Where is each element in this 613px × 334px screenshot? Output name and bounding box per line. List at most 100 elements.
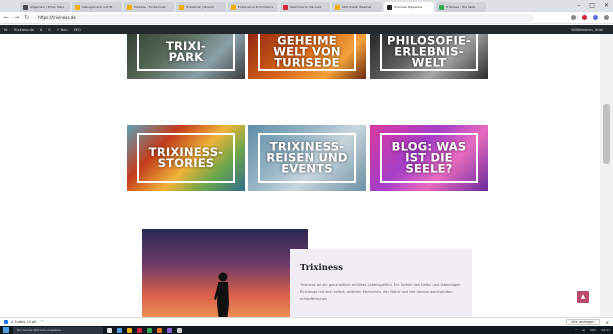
maximize-icon[interactable]: □ [589,2,595,10]
browser-tab[interactable]: Allgemein | Einst. Marc [20,2,70,12]
tile-label-line: EVENTS [281,161,333,176]
show-all-downloads-button[interactable]: Alle anzeigen [566,319,600,325]
tab-favicon-icon [23,4,28,10]
tab-title: Welcome to the Auct. [290,5,323,9]
extension-icon[interactable] [571,15,576,20]
tray-overflow-icon[interactable]: ^ [575,328,578,332]
person-silhouette [214,272,229,317]
wp-account-greeting[interactable]: Willkommen, Ariel [571,28,603,32]
tile-geheime-welt[interactable]: GEHEIME WELT VON TURISEDE [248,34,366,79]
browser-tab[interactable]: Trixiefrost | Muschi [176,2,226,12]
tile-trixi-park[interactable]: TRIXI- PARK [127,34,245,79]
tab-favicon-icon [75,4,80,10]
url-text: https://trixiness.de [38,15,76,20]
page-content: TRIXI- PARK GEHEIME WELT VON TURISEDE PHILO… [0,34,600,317]
scrollbar-thumb[interactable] [603,104,610,164]
tile-blog-seele[interactable]: BLOG: WAS IST DIE SEELE? [370,125,488,191]
tile-label: TRIXINESS- STORIES [127,146,245,170]
browser-tab[interactable]: Modelle - Funkschutz [124,2,174,12]
tab-favicon-icon [179,4,184,10]
close-icon[interactable]: ✕ [604,2,609,10]
wp-updates-count[interactable]: 8 [40,28,42,32]
download-bar: A Suites 10.gif ^ Alle anzeigen ✕ [0,317,613,326]
feature-card-text: Trixiness ist ein ganzheitlich erfülltes… [300,283,461,301]
browser-tab[interactable]: Trixiness - Die Seite [436,2,486,12]
minimize-icon[interactable]: – [577,2,580,10]
download-filename[interactable]: A Suites 10.gif [11,320,36,324]
url-input[interactable]: https://trixiness.de [34,13,535,22]
tab-title: Management und Bl. [82,5,114,9]
back-to-top-button[interactable]: ▲ [577,291,589,303]
tab-title: Modelle - Funkschutz [134,5,166,9]
wordpress-admin-bar: W Trixiness.de 8 0 + Neu SEO Willkommen,… [0,25,613,34]
browser-tab[interactable]: Trixiness Magazine [384,2,434,12]
extension-icon[interactable] [604,15,609,20]
tile-philosofie-erlebniswelt[interactable]: PHILOSOFIE- ERLEBNIS- WELT [370,34,488,79]
chevron-up-icon: ▲ [580,293,586,300]
tile-label-line: TURISEDE [274,55,340,69]
tab-favicon-icon [231,4,236,10]
extension-icon[interactable] [593,15,598,20]
back-icon[interactable]: ← [4,14,9,21]
tab-favicon-icon [127,4,132,10]
extension-icon[interactable] [582,15,587,20]
tile-label: GEHEIME WELT VON TURISEDE [248,34,366,69]
tile-label-line: PARK [168,49,204,64]
tile-trixiness-stories[interactable]: TRIXINESS- STORIES [127,125,245,191]
browser-tab[interactable]: SCO Public Webinar [332,2,382,12]
browser-tab-strip: Allgemein | Einst. Marc Management und Bl… [0,0,613,12]
close-download-bar-icon[interactable]: ✕ [606,320,609,325]
file-icon [4,320,8,324]
sunset-photo [142,229,308,317]
wp-comments-count[interactable]: 0 [48,28,50,32]
wp-new-button[interactable]: + Neu [57,28,68,32]
taskbar-app-icon[interactable] [167,327,172,333]
taskbar-apps [107,327,187,333]
taskbar-app-icon[interactable] [147,327,152,333]
taskbar-app-icon[interactable] [117,327,122,333]
taskbar-app-icon[interactable] [107,327,112,333]
desktop-screen: Allgemein | Einst. Marc Management und Bl… [0,0,613,334]
tab-favicon-icon [387,4,392,10]
tab-favicon-icon [439,4,444,10]
browser-address-bar: ← → ↻ https://trixiness.de [0,12,613,24]
tray-language[interactable]: DEU [590,328,596,332]
tab-title: Trixiness Magazine [394,5,423,9]
tray-clock[interactable]: 09:41 [601,328,610,332]
browser-tab[interactable]: Welcome to the Auct. [280,2,330,12]
taskbar-app-icon[interactable] [157,327,162,333]
system-tray: ^ ◂) DEU 09:41 [575,328,610,332]
wp-site-name[interactable]: Trixiness.de [13,28,34,32]
volume-icon[interactable]: ◂) [582,328,585,332]
download-expand-icon[interactable]: ^ [40,320,43,324]
tile-label: BLOG: WAS IST DIE SEELE? [370,141,488,176]
taskbar-app-icon[interactable] [177,327,182,333]
windows-start-icon[interactable] [3,327,9,333]
tile-reisen-und-events[interactable]: TRIXINESS- REISEN UND EVENTS [248,125,366,191]
tab-title: Allgemein | Einst. Marc [30,5,65,9]
tab-title: Trixiness - Die Seite [446,5,476,9]
wp-logo-icon[interactable]: W [4,28,7,32]
tab-title: Experience Ecommerce [238,5,274,9]
taskbar-app-icon[interactable] [127,327,132,333]
browser-tab[interactable]: Management und Bl. [72,2,122,12]
browser-tab[interactable]: Experience Ecommerce [228,2,278,12]
taskbar-app-icon[interactable] [137,327,142,333]
tile-label: PHILOSOFIE- ERLEBNIS- WELT [370,34,488,69]
feature-card: Trixiness Trixiness ist ein ganzheitlich… [290,249,472,317]
tile-label-line: WELT [411,55,447,69]
reload-icon[interactable]: ↻ [24,14,29,21]
window-controls: – □ ✕ [577,2,609,10]
forward-icon[interactable]: → [14,14,19,21]
tile-label: TRIXINESS- REISEN UND EVENTS [248,141,366,176]
page-scrollbar[interactable] [600,34,613,317]
tab-title: Trixiefrost | Muschi [186,5,215,9]
tab-title: SCO Public Webinar [342,5,372,9]
tile-label-line: STORIES [157,156,215,170]
tile-label-line: SEELE? [405,161,453,176]
taskbar-search-input[interactable]: Zur Suche Text hier eingeben [13,326,103,334]
tab-favicon-icon [335,4,340,10]
tile-label: TRIXI- PARK [127,40,245,64]
wp-seo-menu[interactable]: SEO [74,28,81,32]
tab-favicon-icon [283,4,288,10]
